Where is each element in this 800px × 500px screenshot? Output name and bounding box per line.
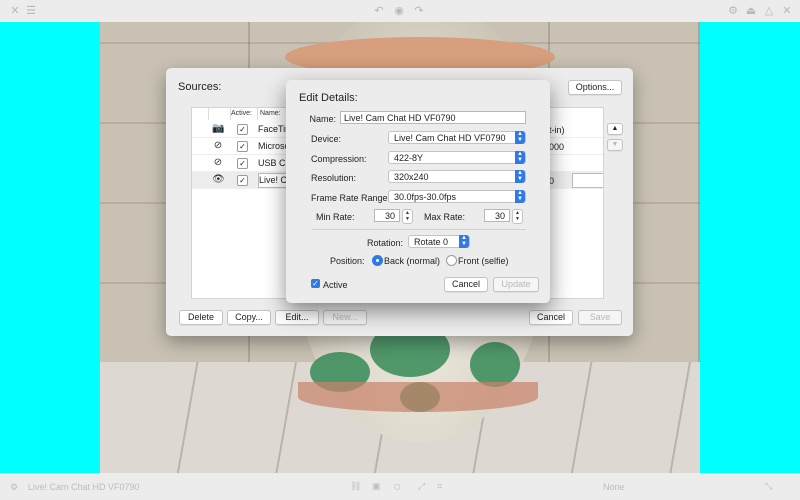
position-label: Position: [330,256,365,266]
edit-title: Edit Details: [299,92,358,104]
frame-rate-label: Frame Rate Range: [311,193,391,203]
edit-details-dialog: Edit Details: Name: Live! Cam Chat HD VF… [286,80,550,303]
rotation-select[interactable]: Rotate 0 ▲ ▼ [408,235,470,248]
position-back-label[interactable]: Back (normal) [384,256,440,266]
active-checkbox[interactable]: ✓ [237,141,248,152]
options-button[interactable]: Options... [568,80,622,95]
disabled-icon: ⊘ [213,140,223,151]
active-checkbox[interactable]: ✓ [237,175,248,186]
move-up-button[interactable]: ▲ [607,123,623,135]
new-button[interactable]: New... [323,310,367,325]
max-rate-field[interactable]: 30 [484,209,510,222]
chevron-updown-icon: ▲ ▼ [515,131,525,144]
source-extra-cell: t-in) [549,125,565,135]
camera-icon[interactable]: ▣ [372,481,381,492]
min-rate-field[interactable]: 30 [374,209,400,222]
link-icon[interactable]: ⛓ [350,481,361,492]
cancel-button[interactable]: Cancel [444,277,488,292]
device-select[interactable]: Live! Cam Chat HD VF0790 ▲ ▼ [388,131,526,144]
source-extra-cell: 000 [549,142,565,152]
compression-value: 422-8Y [394,153,424,163]
chevron-updown-icon: ▲ ▼ [459,235,469,248]
close-icon[interactable]: ✕ [8,4,22,18]
divider [312,229,526,230]
top-toolbar: ✕ ☰ ↶ ◉ ↷ ⚙ ⏏ △ ✕ [0,0,800,22]
name-label: Name: [309,114,336,124]
disabled-icon: ⊘ [213,157,223,168]
cancel-button[interactable]: Cancel [529,310,573,325]
eye-icon: 👁 [212,174,225,185]
rotation-label: Rotation: [367,238,404,248]
device-value: Live! Cam Chat HD VF0790 [394,133,506,143]
compression-select[interactable]: 422-8Y ▲ ▼ [388,151,526,164]
rotate-left-icon[interactable]: ↶ [372,4,386,18]
eject-icon[interactable]: ⏏ [744,4,758,18]
triangle-icon[interactable]: △ [762,4,776,18]
camera-mask-icon[interactable]: ◉ [392,4,406,18]
resolution-label: Resolution: [311,173,357,183]
active-checkbox[interactable]: ✓ [311,279,320,288]
min-rate-stepper[interactable]: ▲ ▼ [402,209,413,224]
compression-label: Compression: [311,154,367,164]
frame-rate-value: 30.0fps-30.0fps [394,192,457,202]
max-rate-stepper[interactable]: ▲ ▼ [512,209,523,224]
options-icon[interactable]: ⚙ [726,4,740,18]
record-icon[interactable]: ○ [393,478,401,494]
source-name[interactable]: Live! Cam Chat HD VF0790 [28,482,140,492]
update-button[interactable]: Update [493,277,539,292]
frame-rate-select[interactable]: 30.0fps-30.0fps ▲ ▼ [388,190,526,203]
menu-icon[interactable]: ☰ [24,4,38,18]
close-icon-right[interactable]: ✕ [780,4,794,18]
move-down-button[interactable]: ▼ [607,139,623,151]
resolution-select[interactable]: 320x240 ▲ ▼ [388,170,526,183]
chevron-updown-icon: ▲ ▼ [515,151,525,164]
copy-button[interactable]: Copy... [227,310,271,325]
active-checkbox[interactable]: ✓ [237,124,248,135]
resolution-value: 320x240 [394,172,429,182]
active-label[interactable]: Active [323,280,348,290]
column-active[interactable]: Active: [230,108,258,120]
min-rate-label: Min Rate: [316,212,355,222]
position-front-radio[interactable] [446,255,457,266]
sources-title: Sources: [178,81,222,93]
camera-icon: 📷 [212,123,225,134]
active-checkbox[interactable]: ✓ [237,158,248,169]
position-back-radio[interactable] [372,255,383,266]
save-button[interactable]: Save [578,310,622,325]
gear-icon[interactable]: ⚙ [10,482,18,493]
rotate-right-icon[interactable]: ↷ [412,4,426,18]
overlay-select[interactable]: None [603,482,625,492]
device-label: Device: [311,134,342,144]
resize-icon[interactable]: ⤡ [765,481,772,492]
edit-button[interactable]: Edit... [275,310,319,325]
name-field[interactable]: Live! Cam Chat HD VF0790 [340,111,526,124]
chevron-updown-icon: ▲ ▼ [515,170,525,183]
bottom-toolbar: ⚙ Live! Cam Chat HD VF0790 ⛓ ▣ ○ ⤢ ⌗ Non… [0,473,800,500]
position-front-label[interactable]: Front (selfie) [458,256,509,266]
fullscreen-icon[interactable]: ⤢ [418,481,425,492]
chevron-updown-icon: ▲ ▼ [515,190,525,203]
max-rate-label: Max Rate: [424,212,466,222]
rotation-value: Rotate 0 [414,237,449,247]
delete-button[interactable]: Delete [179,310,223,325]
crop-icon[interactable]: ⌗ [437,481,442,492]
